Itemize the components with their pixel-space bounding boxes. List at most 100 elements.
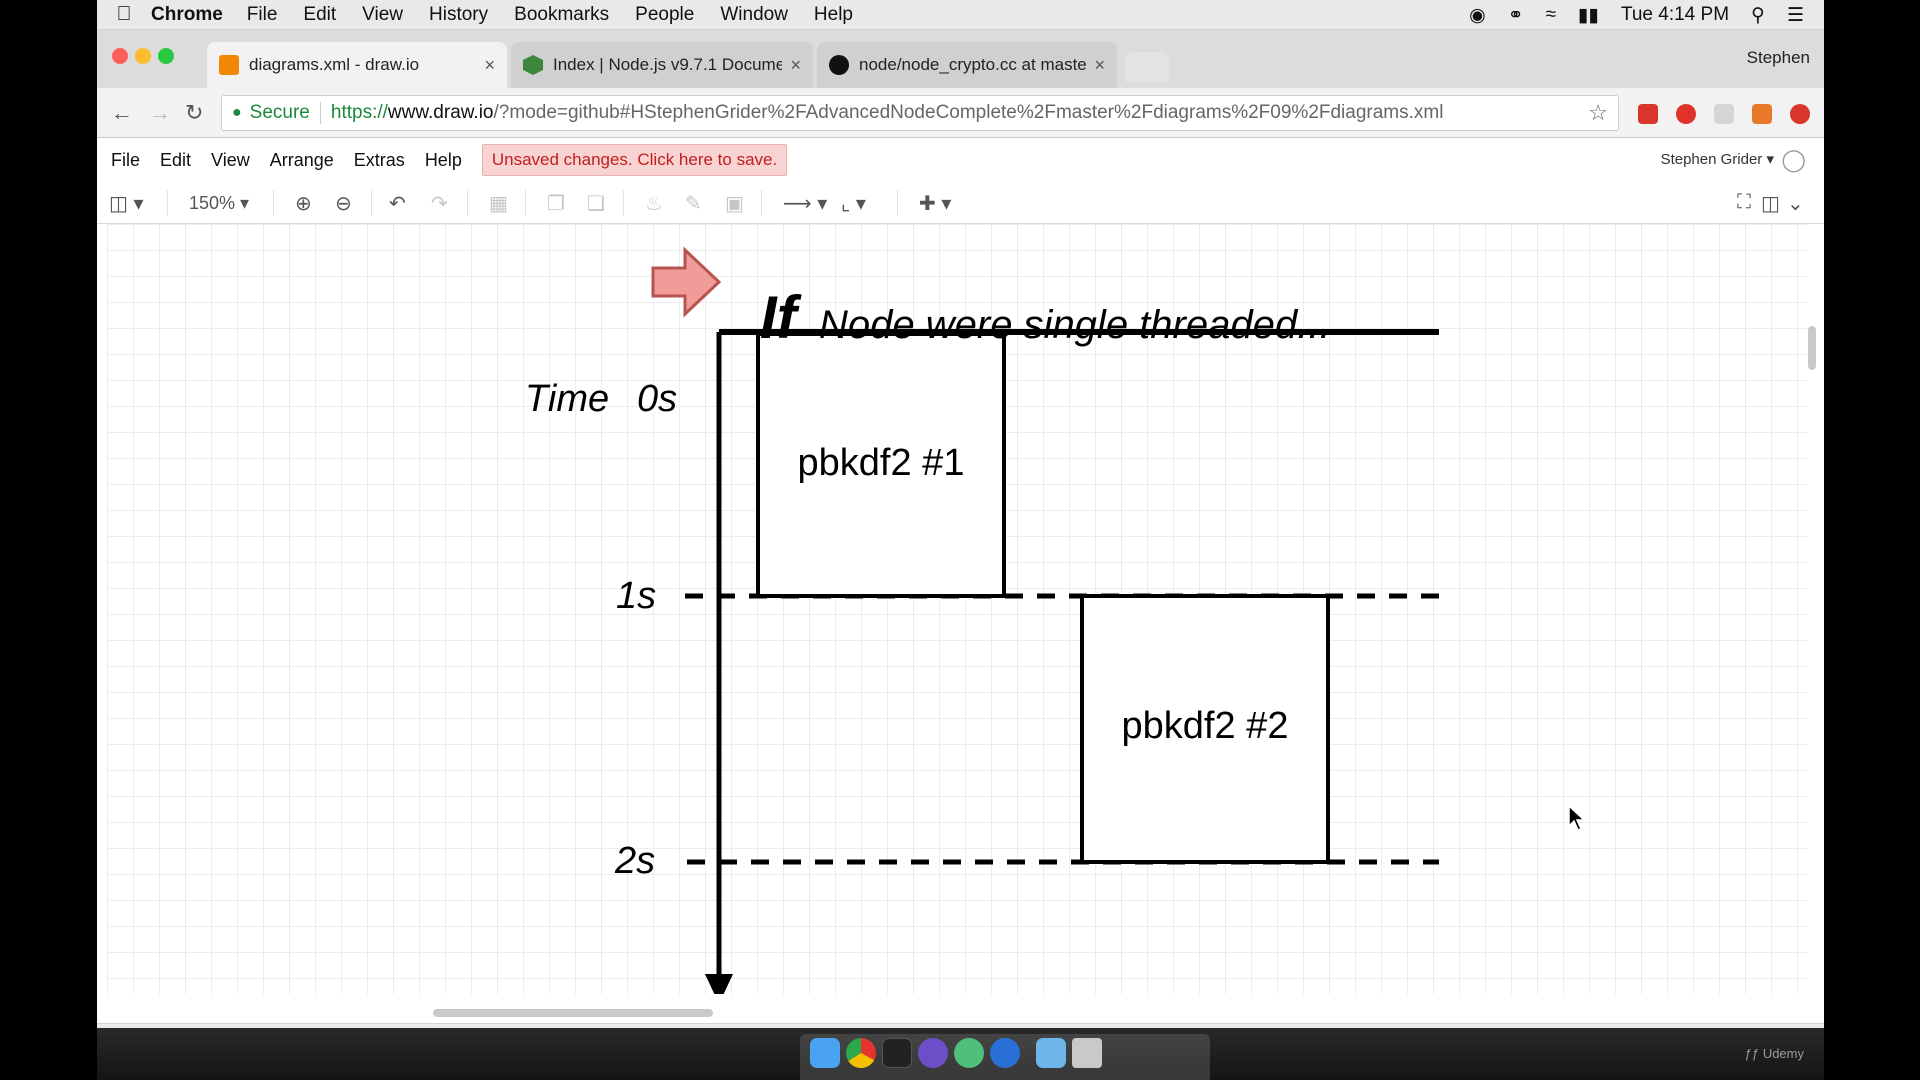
divider (167, 190, 168, 216)
tick-label-2s[interactable]: 2s (615, 840, 655, 883)
split-panel-icon[interactable]: ◫ (1761, 191, 1780, 216)
spotlight-search-icon[interactable]: ⚲ (1751, 4, 1765, 27)
zoom-select[interactable]: 150% ▾ (189, 193, 249, 214)
vertical-scrollbar[interactable] (1808, 326, 1816, 370)
tab-title: node/node_crypto.cc at maste (859, 55, 1087, 74)
line-color-icon[interactable]: ✎ (685, 191, 702, 216)
insert-plus-icon[interactable]: ✚ ▾ (919, 191, 951, 216)
menu-edit[interactable]: Edit (303, 4, 336, 26)
menu-view[interactable]: View (362, 4, 403, 26)
dock (800, 1034, 1210, 1080)
udemy-watermark-text: Udemy (1762, 1046, 1804, 1061)
url-path: /?mode=github#HStephenGrider%2FAdvancedN… (493, 102, 1444, 123)
extension-opera-icon[interactable] (1676, 104, 1696, 124)
divider (525, 190, 526, 216)
collapse-chevron-icon[interactable]: ⌄ (1787, 191, 1804, 216)
divider (319, 102, 321, 124)
tab-drawio[interactable]: diagrams.xml - draw.io × (207, 42, 507, 88)
tick-label-0s[interactable]: 0s (637, 378, 677, 421)
mouse-cursor-icon (1568, 804, 1586, 831)
address-bar: ← → ↻ ● Secure https:// www.draw.io /?mo… (97, 88, 1824, 138)
title-if[interactable]: If (760, 288, 797, 348)
horizontal-scrollbar[interactable] (433, 1009, 713, 1017)
close-tab-icon[interactable]: × (790, 55, 801, 76)
apple-icon[interactable]:  (97, 3, 151, 26)
shadow-icon[interactable]: ▣ (725, 191, 744, 216)
globe-icon[interactable]: ◯ (1781, 147, 1806, 173)
clock[interactable]: Tue 4:14 PM (1621, 4, 1729, 26)
chrome-icon[interactable] (846, 1038, 876, 1068)
back-arrow-icon[interactable]: ← (111, 100, 133, 126)
time-label[interactable]: Time (525, 378, 609, 421)
tab-github[interactable]: node/node_crypto.cc at maste × (817, 42, 1117, 88)
menu-history[interactable]: History (429, 4, 488, 26)
drawio-menu-bar: File Edit View Arrange Extras Help Unsav… (97, 138, 1824, 182)
divider (467, 190, 468, 216)
url-input[interactable]: ● Secure https:// www.draw.io /?mode=git… (221, 95, 1619, 131)
title-arrow-shape[interactable] (651, 246, 722, 318)
drawio-menu-help[interactable]: Help (425, 150, 462, 171)
extension-lastpass-icon[interactable] (1638, 104, 1658, 124)
profile-name[interactable]: Stephen (1747, 48, 1810, 68)
extension-fox-icon[interactable] (1752, 104, 1772, 124)
drawio-menu-edit[interactable]: Edit (160, 150, 191, 171)
forward-arrow-icon[interactable]: → (149, 100, 171, 126)
connection-style-icon[interactable]: ⟶ ▾ (783, 191, 827, 216)
zoom-out-icon[interactable]: ⊖ (335, 191, 352, 216)
new-tab-button[interactable] (1125, 52, 1169, 82)
close-window-button[interactable] (112, 48, 128, 64)
delete-icon[interactable]: ▦ (489, 191, 508, 216)
trash-icon[interactable] (1072, 1038, 1102, 1068)
diagram-title[interactable]: Node were single threaded... (819, 303, 1330, 347)
notification-center-icon[interactable]: ☰ (1787, 4, 1804, 27)
close-tab-icon[interactable]: × (484, 55, 495, 76)
fullscreen-icon[interactable]: ⛶ (1737, 191, 1751, 214)
folder-icon[interactable] (1036, 1038, 1066, 1068)
tick-label-1s[interactable]: 1s (616, 575, 656, 618)
menu-file[interactable]: File (247, 4, 278, 26)
menu-help[interactable]: Help (814, 4, 853, 26)
zoom-in-icon[interactable]: ⊕ (295, 191, 312, 216)
tab-nodejs-docs[interactable]: Index | Node.js v9.7.1 Documen × (511, 42, 813, 88)
editor-icon[interactable] (918, 1038, 948, 1068)
to-front-icon[interactable]: ❐ (547, 191, 565, 216)
browser-icon[interactable] (990, 1038, 1020, 1068)
tab-title: diagrams.xml - draw.io (249, 55, 420, 74)
nodejs-favicon-icon (523, 55, 543, 75)
user-menu[interactable]: Stephen Grider ▾ (1661, 150, 1774, 168)
record-icon[interactable]: ◉ (1469, 4, 1486, 27)
waypoints-icon[interactable]: ⌞ ▾ (841, 191, 866, 216)
extension-css-icon[interactable] (1714, 104, 1734, 124)
diagram-canvas[interactable]: If Node were single threaded... Time 0s … (107, 224, 1807, 994)
maximize-window-button[interactable] (158, 48, 174, 64)
unsaved-changes-button[interactable]: Unsaved changes. Click here to save. (481, 144, 788, 176)
format-panel-toggle-icon[interactable]: ◫ ▾ (109, 191, 144, 216)
close-tab-icon[interactable]: × (1094, 55, 1105, 76)
glasses-icon[interactable]: ⚭ (1508, 4, 1524, 27)
divider (761, 190, 762, 216)
pbkdf2-box-2-label: pbkdf2 #2 (1121, 705, 1289, 747)
menu-people[interactable]: People (635, 4, 694, 26)
terminal-icon[interactable] (882, 1038, 912, 1068)
atom-icon[interactable] (954, 1038, 984, 1068)
undo-icon[interactable]: ↶ (389, 191, 406, 216)
reload-icon[interactable]: ↻ (185, 100, 203, 126)
menu-window[interactable]: Window (720, 4, 788, 26)
divider (623, 190, 624, 216)
drawio-menu-file[interactable]: File (111, 150, 140, 171)
wifi-icon[interactable]: ≈ (1546, 4, 1556, 26)
minimize-window-button[interactable] (135, 48, 151, 64)
redo-icon[interactable]: ↷ (431, 191, 448, 216)
tab-strip: diagrams.xml - draw.io × Index | Node.js… (97, 30, 1824, 88)
drawio-menu-view[interactable]: View (211, 150, 250, 171)
app-name[interactable]: Chrome (151, 4, 223, 26)
to-back-icon[interactable]: ❏ (587, 191, 605, 216)
battery-icon[interactable]: ▮▮ (1578, 4, 1599, 27)
bookmark-star-icon[interactable]: ☆ (1588, 100, 1608, 126)
extension-ublock-icon[interactable] (1790, 104, 1810, 124)
drawio-menu-extras[interactable]: Extras (354, 150, 405, 171)
finder-icon[interactable] (810, 1038, 840, 1068)
fill-color-icon[interactable]: ♨ (645, 191, 663, 216)
menu-bookmarks[interactable]: Bookmarks (514, 4, 609, 26)
drawio-menu-arrange[interactable]: Arrange (270, 150, 334, 171)
